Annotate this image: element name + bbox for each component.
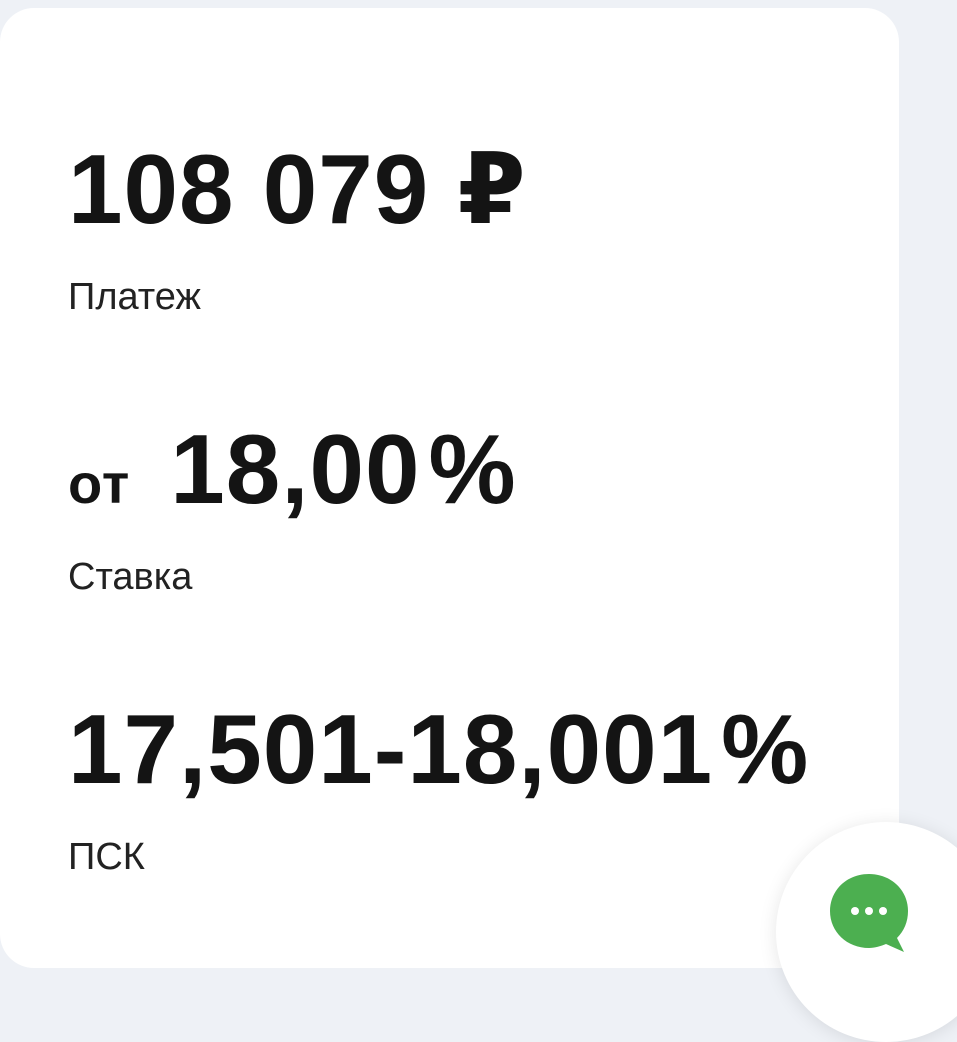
psk-stat: 17,501-18,001 % ПСК	[68, 700, 809, 876]
chat-bubble-icon	[830, 874, 908, 952]
loan-summary-card: 108 079 ₽ Платеж от 18,00 % Ставка 17,50…	[0, 8, 899, 968]
psk-percent-sign: %	[721, 694, 810, 804]
rate-value: 18,00	[170, 414, 421, 524]
psk-value-row: 17,501-18,001 %	[68, 700, 809, 798]
rate-value-row: от 18,00 %	[68, 420, 517, 518]
rate-prefix: от	[68, 452, 131, 515]
rate-label: Ставка	[68, 556, 193, 598]
rate-percent-sign: %	[428, 414, 517, 524]
psk-label: ПСК	[68, 836, 145, 878]
rate-stat: от 18,00 % Ставка	[68, 420, 517, 596]
payment-value: 108 079 ₽	[68, 134, 527, 244]
psk-value: 17,501-18,001	[68, 694, 714, 804]
payment-label: Платеж	[68, 276, 201, 318]
payment-stat: 108 079 ₽ Платеж	[68, 134, 527, 316]
